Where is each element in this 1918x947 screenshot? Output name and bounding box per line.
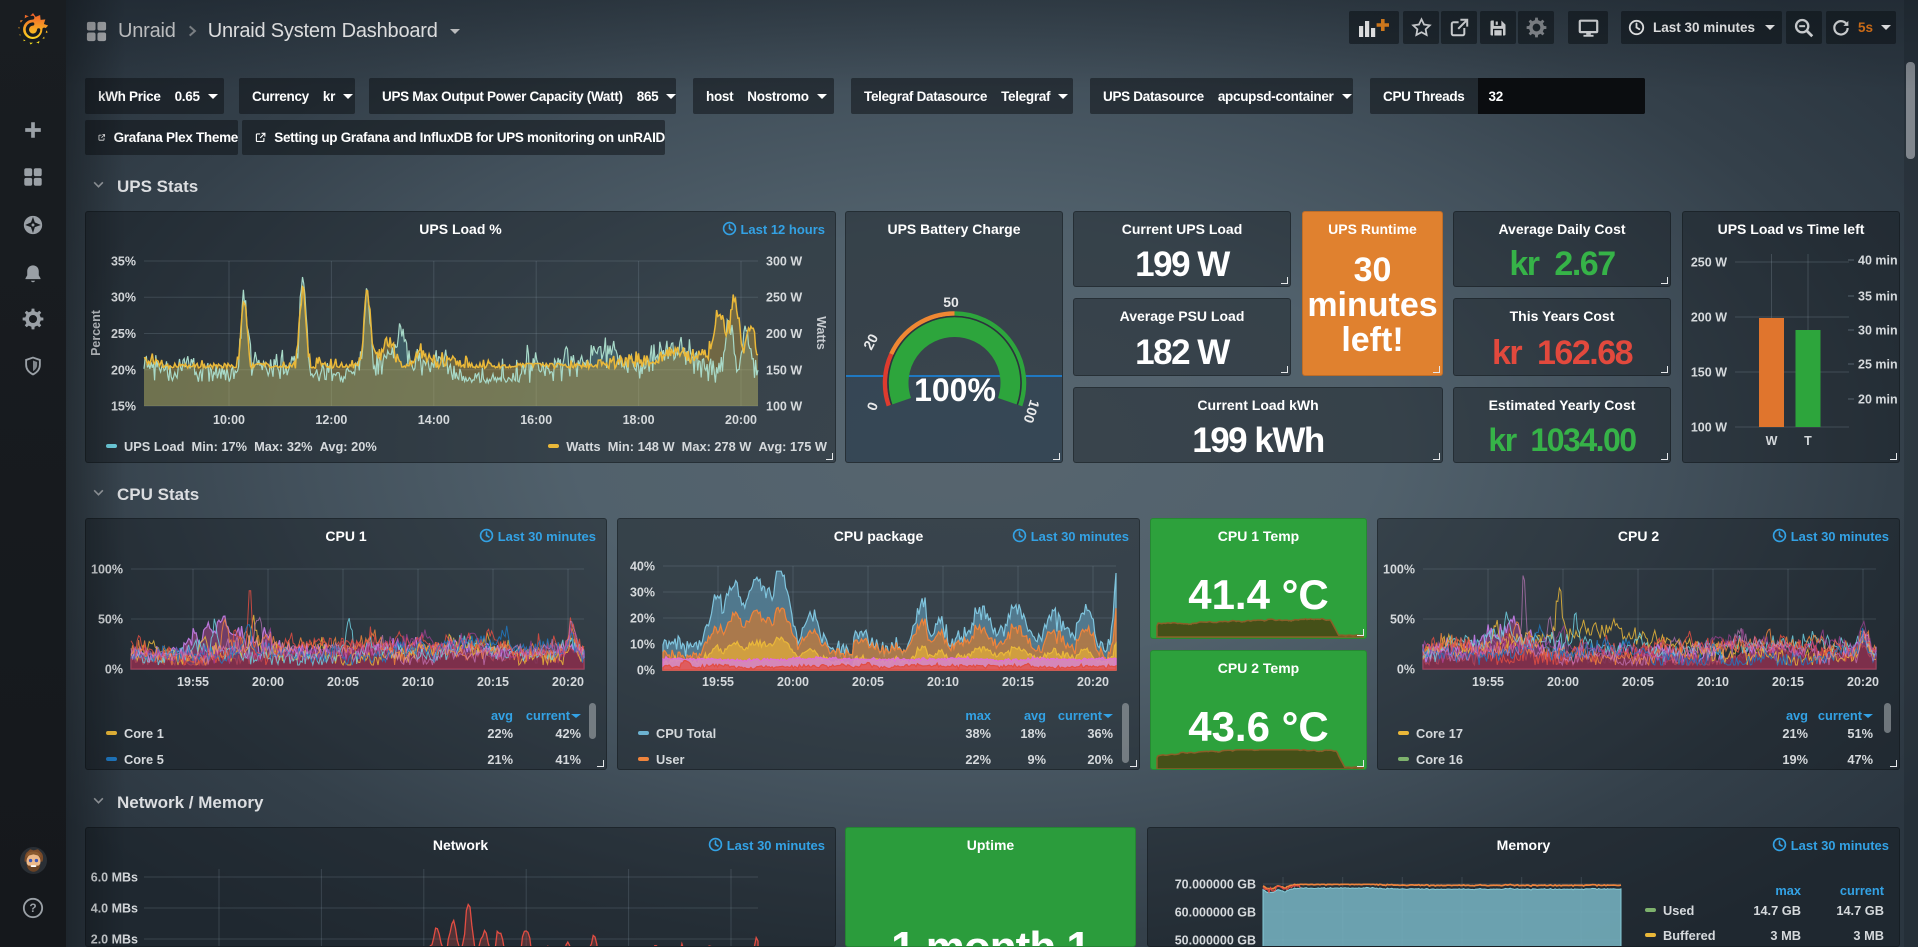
svg-text:T: T xyxy=(1804,434,1812,448)
svg-text:100 W: 100 W xyxy=(1691,421,1727,435)
svg-text:50: 50 xyxy=(943,294,959,310)
svg-text:20: 20 xyxy=(860,331,882,352)
svg-text:W: W xyxy=(1766,434,1778,448)
svg-text:250 W: 250 W xyxy=(766,291,802,305)
svg-text:20 min: 20 min xyxy=(1858,393,1898,407)
svg-text:20:05: 20:05 xyxy=(852,675,884,689)
svg-text:200 W: 200 W xyxy=(766,327,802,341)
svg-text:20:10: 20:10 xyxy=(402,675,434,689)
svg-text:50%: 50% xyxy=(1390,613,1415,627)
svg-text:200 W: 200 W xyxy=(1691,311,1727,325)
svg-text:20:15: 20:15 xyxy=(477,675,509,689)
svg-text:300 W: 300 W xyxy=(766,255,802,269)
svg-text:20:15: 20:15 xyxy=(1002,675,1034,689)
svg-text:100%: 100% xyxy=(1383,563,1415,577)
svg-text:Watts: Watts xyxy=(814,316,828,350)
svg-text:50.000000 GB: 50.000000 GB xyxy=(1175,934,1256,947)
svg-text:16:00: 16:00 xyxy=(520,413,552,427)
svg-text:0%: 0% xyxy=(637,664,655,678)
svg-text:20:00: 20:00 xyxy=(1547,675,1579,689)
svg-text:20:10: 20:10 xyxy=(1697,675,1729,689)
svg-text:10%: 10% xyxy=(630,638,655,652)
svg-text:20%: 20% xyxy=(630,612,655,626)
svg-text:150 W: 150 W xyxy=(1691,366,1727,380)
svg-text:20:10: 20:10 xyxy=(927,675,959,689)
svg-text:40 min: 40 min xyxy=(1858,254,1898,268)
svg-text:35 min: 35 min xyxy=(1858,290,1898,304)
svg-text:250 W: 250 W xyxy=(1691,256,1727,270)
svg-text:20:20: 20:20 xyxy=(1077,675,1109,689)
svg-text:20:15: 20:15 xyxy=(1772,675,1804,689)
svg-text:?: ? xyxy=(29,901,36,915)
svg-text:10:00: 10:00 xyxy=(213,413,245,427)
svg-text:30 min: 30 min xyxy=(1858,324,1898,338)
svg-text:20:00: 20:00 xyxy=(777,675,809,689)
svg-text:14:00: 14:00 xyxy=(418,413,450,427)
svg-text:20:00: 20:00 xyxy=(725,413,757,427)
svg-text:19:55: 19:55 xyxy=(177,675,209,689)
svg-text:19:55: 19:55 xyxy=(1472,675,1504,689)
svg-text:20:05: 20:05 xyxy=(327,675,359,689)
svg-text:20:05: 20:05 xyxy=(1622,675,1654,689)
svg-text:20:00: 20:00 xyxy=(252,675,284,689)
svg-text:60.000000 GB: 60.000000 GB xyxy=(1175,906,1256,920)
svg-text:25 min: 25 min xyxy=(1858,358,1898,372)
svg-text:0%: 0% xyxy=(1397,663,1415,677)
svg-text:100 W: 100 W xyxy=(766,400,802,414)
svg-text:20:20: 20:20 xyxy=(552,675,584,689)
svg-text:19:55: 19:55 xyxy=(702,675,734,689)
svg-text:150 W: 150 W xyxy=(766,363,802,377)
svg-text:20:20: 20:20 xyxy=(1847,675,1879,689)
svg-text:18:00: 18:00 xyxy=(623,413,655,427)
svg-text:40%: 40% xyxy=(630,560,655,574)
svg-text:30%: 30% xyxy=(630,586,655,600)
svg-text:12:00: 12:00 xyxy=(315,413,347,427)
